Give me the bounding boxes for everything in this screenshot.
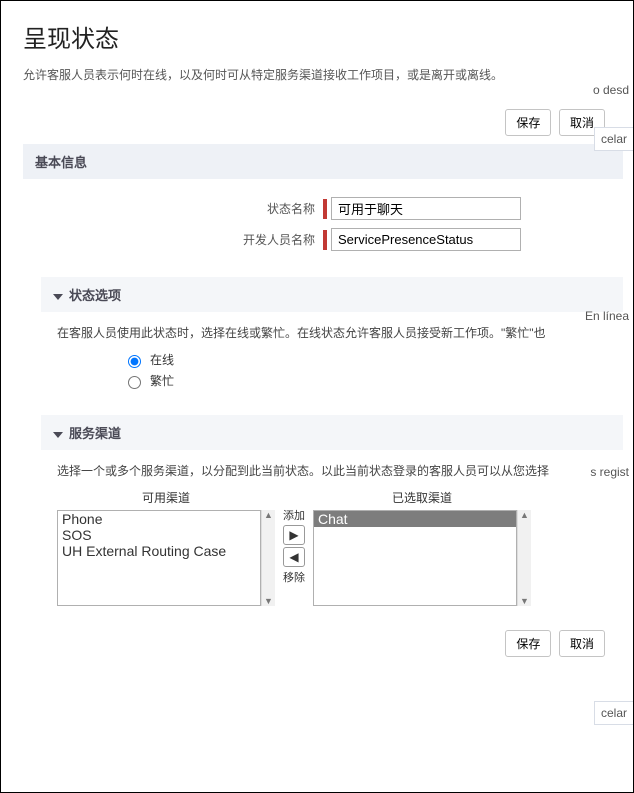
bg-text-fragment: s regist <box>586 463 633 481</box>
list-item[interactable]: SOS <box>58 527 260 543</box>
field-status-name: 状态名称 <box>23 197 633 220</box>
page-description: 允许客服人员表示何时在线，以及何时可从特定服务渠道接收工作项目，或是离开或离线。 <box>23 66 633 83</box>
field-developer-name: 开发人员名称 <box>23 228 633 251</box>
dual-listbox: 可用渠道 PhoneSOSUH External Routing Case ▲▼… <box>57 489 623 606</box>
developer-name-input[interactable] <box>331 228 521 251</box>
radio-online-label: 在线 <box>150 351 174 368</box>
required-indicator <box>323 230 327 250</box>
remove-label: 移除 <box>283 569 305 585</box>
available-channels-label: 可用渠道 <box>142 489 190 506</box>
bottom-button-row: 保存 取消 <box>23 606 633 671</box>
radio-busy[interactable]: 繁忙 <box>123 372 633 389</box>
section-basic-info: 基本信息 <box>23 144 623 179</box>
cancel-button[interactable]: 取消 <box>559 630 605 657</box>
save-button[interactable]: 保存 <box>505 109 551 136</box>
status-options-label: 状态选项 <box>69 288 121 303</box>
bg-text-fragment: En línea <box>581 307 633 325</box>
list-item[interactable]: Phone <box>58 511 260 527</box>
top-button-row: 保存 取消 <box>23 101 633 144</box>
available-channels-listbox[interactable]: PhoneSOSUH External Routing Case <box>57 510 261 606</box>
radio-online[interactable]: 在线 <box>123 351 633 368</box>
bg-text-fragment: o desd <box>589 81 633 99</box>
page-title: 呈现状态 <box>23 19 633 54</box>
status-name-input[interactable] <box>331 197 521 220</box>
scrollbar[interactable]: ▲▼ <box>517 510 531 606</box>
chevron-down-icon <box>53 294 63 300</box>
section-status-options[interactable]: 状态选项 <box>41 277 623 312</box>
scrollbar[interactable]: ▲▼ <box>261 510 275 606</box>
arrow-left-icon: ◀ <box>289 550 298 564</box>
add-button[interactable]: ▶ <box>283 525 305 545</box>
list-item[interactable]: UH External Routing Case <box>58 543 260 559</box>
required-indicator <box>323 199 327 219</box>
status-name-label: 状态名称 <box>23 200 323 217</box>
list-item[interactable]: Chat <box>314 511 516 527</box>
add-label: 添加 <box>283 507 305 523</box>
chevron-down-icon <box>53 432 63 438</box>
service-channels-description: 选择一个或多个服务渠道，以分配到此当前状态。以此当前状态登录的客服人员可以从您选… <box>57 462 623 479</box>
radio-busy-input[interactable] <box>128 376 141 389</box>
radio-busy-label: 繁忙 <box>150 372 174 389</box>
selected-channels-label: 已选取渠道 <box>392 489 452 506</box>
remove-button[interactable]: ◀ <box>283 547 305 567</box>
save-button[interactable]: 保存 <box>505 630 551 657</box>
developer-name-label: 开发人员名称 <box>23 231 323 248</box>
selected-channels-listbox[interactable]: Chat <box>313 510 517 606</box>
status-options-description: 在客服人员使用此状态时，选择在线或繁忙。在线状态允许客服人员接受新工作项。"繁忙… <box>57 324 623 341</box>
service-channels-label: 服务渠道 <box>69 426 121 441</box>
section-service-channels[interactable]: 服务渠道 <box>41 415 623 450</box>
bg-button-fragment: celar <box>594 701 633 725</box>
arrow-right-icon: ▶ <box>289 528 298 542</box>
radio-online-input[interactable] <box>128 355 141 368</box>
bg-button-fragment: celar <box>594 127 633 151</box>
